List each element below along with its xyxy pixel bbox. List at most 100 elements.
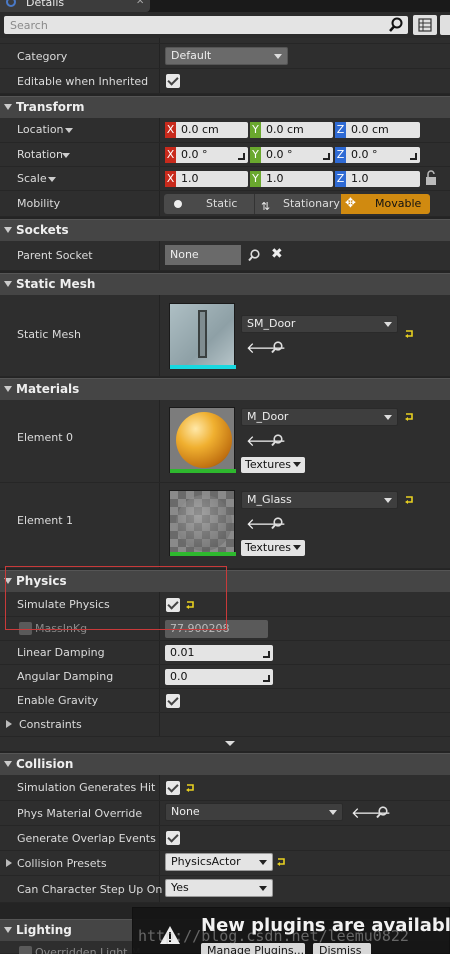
collapse-arrow-icon — [4, 104, 12, 110]
static-mesh-header[interactable]: Static Mesh — [0, 273, 450, 295]
reset-arrow-icon[interactable] — [404, 329, 414, 339]
materials-header[interactable]: Materials — [0, 378, 450, 400]
axis-z-label: Z — [335, 171, 346, 187]
mobility-static-option[interactable]: Static — [164, 194, 252, 214]
lock-view-button[interactable] — [440, 15, 450, 35]
reset-arrow-icon[interactable] — [276, 857, 286, 867]
editable-inherited-checkbox[interactable] — [166, 74, 180, 88]
scale-label[interactable]: Scale — [17, 172, 47, 185]
mobility-toggle[interactable]: Static ⇅ Stationary ✥ Movable — [164, 194, 430, 214]
material-thumbnail-door[interactable] — [169, 407, 236, 473]
rotation-label[interactable]: Rotation — [17, 148, 63, 161]
reset-arrow-icon[interactable] — [404, 412, 414, 422]
mobility-stationary-option[interactable]: ⇅ Stationary — [254, 194, 340, 214]
editable-inherited-label: Editable when Inherited — [17, 75, 149, 88]
transform-header[interactable]: Transform — [0, 96, 450, 118]
step-up-dropdown[interactable]: Yes — [165, 879, 273, 897]
browse-icon[interactable] — [375, 806, 389, 820]
lighting-title: Lighting — [16, 923, 72, 937]
advanced-expander[interactable] — [0, 737, 450, 751]
collision-presets-dropdown[interactable]: PhysicsActor — [165, 853, 273, 871]
element-1-label: Element 1 — [17, 514, 74, 527]
constraints-row[interactable]: Constraints — [0, 713, 450, 737]
reset-arrow-icon[interactable] — [404, 495, 414, 505]
collapse-arrow-icon — [4, 281, 12, 287]
chevron-down-icon[interactable] — [48, 177, 56, 182]
search-input[interactable] — [4, 16, 384, 34]
parent-socket-field[interactable]: None — [165, 245, 241, 265]
expand-arrow-icon[interactable] — [6, 859, 12, 867]
overlap-events-checkbox[interactable] — [166, 831, 180, 845]
hit-events-label: Simulation Generates Hit Ev — [17, 781, 158, 794]
view-options-button[interactable] — [413, 15, 437, 35]
lighting-checkbox[interactable] — [19, 946, 32, 954]
constraints-label: Constraints — [19, 718, 82, 731]
collapse-arrow-icon — [4, 227, 12, 233]
rotation-row: Rotation X 0.0 ° Y 0.0 ° Z 0.0 ° — [0, 143, 450, 167]
reset-arrow-icon[interactable] — [185, 783, 195, 793]
search-icon[interactable] — [388, 17, 404, 33]
category-dropdown[interactable]: Default — [165, 47, 288, 65]
lighting-override-label: Overridden Light M — [35, 946, 141, 954]
axis-x-label: X — [165, 171, 176, 187]
clear-icon[interactable]: ✖ — [271, 246, 283, 262]
mesh-thumbnail[interactable] — [169, 303, 236, 369]
browse-icon[interactable] — [270, 341, 284, 355]
step-up-row: Can Character Step Up On Yes — [0, 876, 450, 903]
chevron-down-icon — [384, 322, 392, 327]
sockets-title: Sockets — [16, 223, 69, 237]
mobility-movable-option[interactable]: ✥ Movable — [341, 194, 430, 214]
mobility-row: Mobility Static ⇅ Stationary ✥ Movable — [0, 191, 450, 217]
angular-damping-field[interactable]: 0.0 — [165, 669, 273, 685]
chevron-down-icon[interactable] — [65, 128, 73, 133]
chevron-down-icon — [259, 886, 267, 891]
enable-gravity-checkbox[interactable] — [166, 694, 180, 708]
details-tab-icon — [6, 0, 16, 7]
expand-arrow-icon[interactable] — [6, 720, 12, 728]
resize-icon — [238, 153, 245, 160]
sockets-header[interactable]: Sockets — [0, 219, 450, 241]
chevron-down-icon[interactable] — [62, 153, 70, 158]
material-1-dropdown[interactable]: M_Glass — [241, 491, 398, 509]
linear-damping-label: Linear Damping — [17, 646, 105, 659]
collapse-arrow-icon — [4, 761, 12, 767]
material-element-0-row: Element 0 M_Door 🡐 Textures — [0, 400, 450, 483]
hit-events-checkbox[interactable] — [166, 781, 180, 795]
axis-z-label: Z — [335, 147, 346, 163]
static-mesh-dropdown[interactable]: SM_Door — [241, 315, 398, 333]
axis-y-label: Y — [250, 171, 261, 187]
phys-material-label: Phys Material Override — [17, 807, 143, 820]
static-icon — [174, 200, 182, 208]
angular-damping-row: Angular Damping 0.0 — [0, 665, 450, 689]
material-0-dropdown[interactable]: M_Door — [241, 408, 398, 426]
phys-material-dropdown[interactable]: None — [165, 803, 343, 821]
grid-icon — [418, 18, 432, 32]
axis-y-label: Y — [250, 147, 261, 163]
search-field[interactable] — [4, 16, 408, 34]
overlap-events-label: Generate Overlap Events — [17, 832, 156, 845]
axis-x-label: X — [165, 122, 176, 138]
tab-details[interactable]: Details ✕ — [0, 0, 150, 12]
location-label[interactable]: Location — [17, 123, 64, 136]
linear-damping-field[interactable]: 0.01 — [165, 645, 273, 661]
browse-icon[interactable] — [270, 434, 284, 448]
textures-button[interactable]: Textures — [241, 540, 305, 556]
move-arrows-icon: ✥ — [345, 196, 356, 211]
browse-icon[interactable] — [270, 517, 284, 531]
scale-row: Scale X 1.0 Y 1.0 Z 1.0 — [0, 167, 450, 191]
resize-icon — [263, 651, 270, 658]
search-icon[interactable] — [247, 249, 261, 263]
parent-socket-row: Parent Socket None ✖ — [0, 241, 450, 271]
close-icon[interactable]: ✕ — [136, 0, 144, 7]
watermark-text: http://blog.csdn.net/leemu0822 — [138, 927, 409, 945]
tab-title: Details — [26, 0, 65, 9]
textures-button[interactable]: Textures — [241, 457, 305, 473]
axis-z-label: Z — [335, 122, 346, 138]
phys-material-row: Phys Material Override None 🡐 — [0, 801, 450, 826]
lock-icon[interactable] — [425, 170, 437, 186]
chevron-down-icon — [293, 462, 301, 467]
collision-header[interactable]: Collision — [0, 753, 450, 775]
material-thumbnail-glass[interactable] — [169, 490, 236, 556]
editable-inherited-row: Editable when Inherited — [0, 69, 450, 94]
chevron-down-icon — [384, 498, 392, 503]
